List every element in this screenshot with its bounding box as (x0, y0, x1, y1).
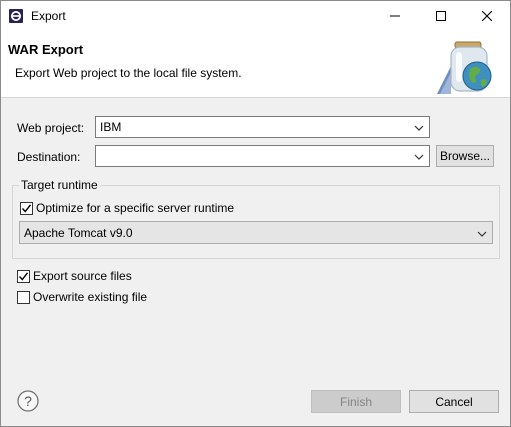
checkmark-icon (18, 272, 29, 281)
minimize-icon (390, 15, 400, 17)
minimize-button[interactable] (372, 1, 418, 31)
optimize-runtime-checkbox[interactable] (20, 202, 33, 215)
chevron-down-icon (477, 228, 487, 242)
maximize-icon (436, 11, 446, 21)
eclipse-icon (8, 8, 24, 24)
wizard-description: Export Web project to the local file sys… (15, 66, 242, 80)
checkmark-icon (21, 204, 32, 213)
server-runtime-combo[interactable]: Apache Tomcat v9.0 (19, 221, 493, 244)
overwrite-existing-label[interactable]: Overwrite existing file (33, 290, 147, 304)
maximize-button[interactable] (418, 1, 464, 31)
target-runtime-label: Target runtime (19, 178, 100, 192)
chevron-down-icon (414, 151, 424, 161)
finish-button[interactable]: Finish (311, 390, 401, 413)
server-runtime-value: Apache Tomcat v9.0 (24, 226, 133, 240)
close-button[interactable] (464, 1, 510, 31)
wizard-title: WAR Export (8, 42, 84, 57)
export-dialog: Export WAR Export Export Web project to … (0, 0, 511, 427)
chevron-down-icon (414, 122, 424, 132)
web-project-label: Web project: (17, 121, 85, 135)
export-source-checkbox[interactable] (17, 270, 30, 283)
wizard-banner: WAR Export Export Web project to the loc… (1, 31, 510, 98)
close-icon (482, 11, 492, 21)
destination-combo[interactable] (95, 145, 430, 167)
svg-text:?: ? (24, 393, 32, 409)
help-icon[interactable]: ? (17, 390, 39, 412)
destination-label: Destination: (17, 150, 81, 164)
web-project-value: IBM (100, 120, 122, 134)
web-project-combo[interactable]: IBM (95, 116, 430, 138)
overwrite-existing-checkbox[interactable] (17, 291, 30, 304)
browse-button[interactable]: Browse... (436, 145, 494, 167)
export-source-label[interactable]: Export source files (33, 269, 132, 283)
optimize-runtime-label[interactable]: Optimize for a specific server runtime (36, 201, 234, 215)
title-bar[interactable]: Export (1, 1, 510, 31)
cancel-button[interactable]: Cancel (409, 390, 499, 413)
jar-globe-icon (437, 36, 503, 96)
window-title: Export (31, 9, 66, 23)
